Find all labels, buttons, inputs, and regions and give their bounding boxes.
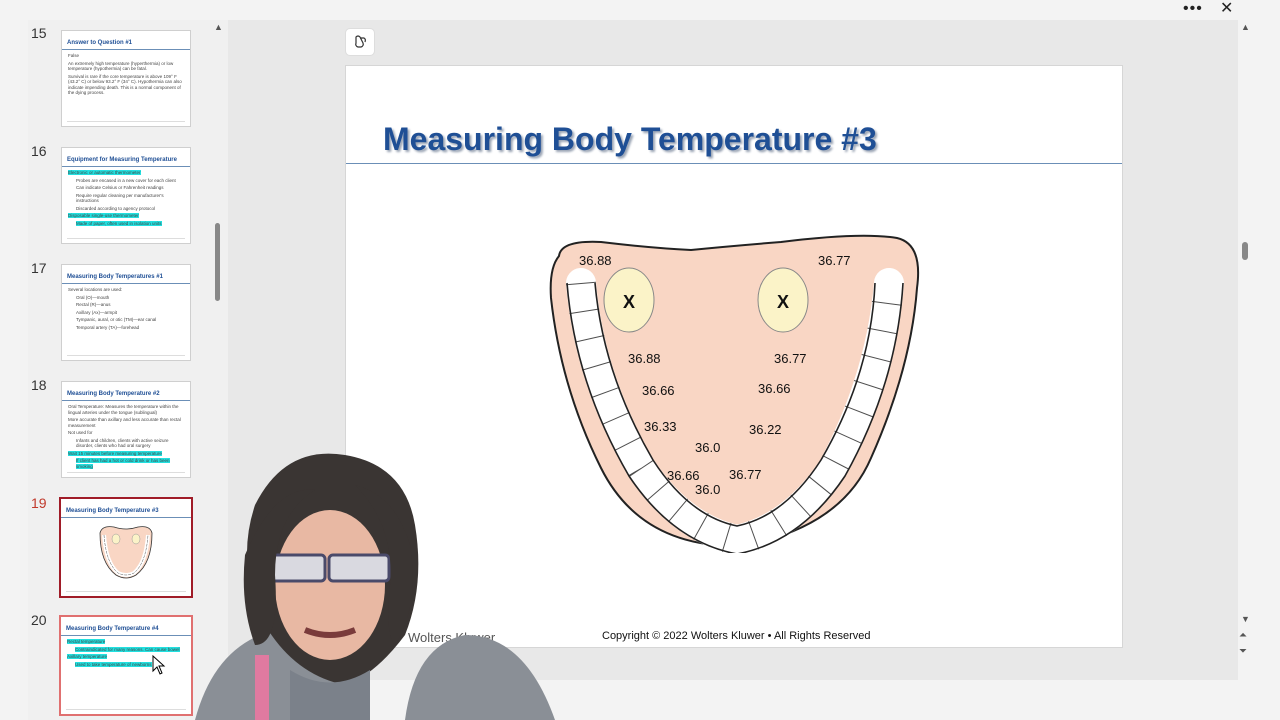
- thumbnail-footer: [66, 709, 186, 711]
- slide-number: 18: [31, 377, 47, 393]
- thumbnail-line: More accurate than axillary and less acc…: [68, 417, 181, 428]
- slide-number: 20: [31, 612, 47, 628]
- thumbnail-title: Answer to Question #1: [67, 40, 133, 46]
- slide-number: 15: [31, 25, 47, 41]
- thumbnail-title: Measuring Body Temperature #3: [66, 508, 159, 514]
- thumbnail-line: Infants and children, clients with activ…: [76, 437, 169, 449]
- temp-label: 36.22: [749, 422, 782, 437]
- temp-label: 36.77: [818, 253, 851, 268]
- temp-label: 36.66: [758, 381, 791, 396]
- thumbnail-footer: [67, 238, 185, 240]
- thumbnail-title: Measuring Body Temperatures #1: [67, 274, 163, 280]
- copilot-icon[interactable]: [345, 28, 375, 56]
- copilot-glyph-icon: [355, 35, 366, 48]
- thumbnail-line: Tympanic, aural, or otic (TM)—ear canal: [76, 317, 157, 322]
- gland-marker-right: X: [777, 292, 789, 312]
- scroll-up-arrow-icon[interactable]: ▲: [214, 22, 223, 32]
- mouth-temperature-diagram: X X 36.88 36.88 36.66 36.33 36.66 36.77 …: [549, 234, 920, 553]
- thumbnail-line: Rectal temperature: [67, 639, 106, 644]
- copyright-notice: Copyright © 2022 Wolters Kluwer • All Ri…: [602, 630, 871, 642]
- thumbnail-line: Not used for: [68, 430, 93, 435]
- thumbnail-line: Oral Temperature: Measures the temperatu…: [68, 404, 179, 415]
- thumbnail-rule: [62, 400, 190, 401]
- scrollbar-thumb[interactable]: [215, 223, 220, 301]
- scroll-down-arrow-icon[interactable]: ▼: [1241, 614, 1250, 624]
- temp-label: 36.88: [628, 351, 661, 366]
- vertical-scrollbar[interactable]: ▲ ▼ ⏶ ⏷: [1238, 20, 1252, 720]
- slide-thumbnail-16[interactable]: Equipment for Measuring Temperature Elec…: [61, 147, 191, 244]
- more-options-icon[interactable]: •••: [1183, 0, 1203, 18]
- thumbnail-line: Axillary temperature: [67, 654, 108, 659]
- thumbnail-line: Contraindicated for many reasons. Can ca…: [75, 646, 180, 652]
- thumbnail-title: Equipment for Measuring Temperature: [67, 157, 177, 163]
- thumbnail-line: Used to take temperature of newborns: [75, 661, 152, 667]
- thumbnail-rule: [62, 283, 190, 284]
- temp-label: 36.0: [695, 440, 720, 455]
- thumbnail-line: Electronic or automatic thermometer: [68, 170, 141, 175]
- thumbnail-line: Require regular cleaning per manufacture…: [76, 192, 164, 204]
- slide-thumbnail-19[interactable]: Measuring Body Temperature #3: [59, 497, 193, 598]
- slide-number: 19: [31, 495, 47, 511]
- thumbnail-line: Survival is rare if the core temperature…: [68, 73, 182, 96]
- temp-label: 36.33: [644, 419, 677, 434]
- thumbnail-line: Axillary (Ax)—armpit: [76, 309, 118, 315]
- thumbnail-footer: [67, 121, 185, 123]
- slide-title: Measuring Body Temperature #3: [383, 121, 877, 157]
- thumbnail-line: False: [68, 53, 80, 58]
- thumbnail-line: Wait 15 minutes before measuring tempera…: [68, 450, 162, 456]
- thumbnail-line: Probes are encased in a new cover for ea…: [76, 177, 176, 183]
- temp-label: 36.66: [642, 383, 675, 398]
- title-divider: [346, 163, 1122, 164]
- thumbnail-footer: [67, 355, 185, 357]
- slide-thumbnail-20[interactable]: Measuring Body Temperature #4 Rectal tem…: [59, 615, 193, 716]
- thumbnail-rule: [62, 49, 190, 50]
- scrollbar-thumb[interactable]: [1242, 242, 1248, 260]
- thumbnail-title: Measuring Body Temperature #2: [67, 391, 160, 397]
- thumbnail-rule: [61, 635, 191, 636]
- thumbnail-body: Oral Temperature: Measures the temperatu…: [68, 404, 184, 471]
- thumbnail-line: Rectal (R)—anus: [76, 302, 111, 307]
- thumbnail-rule: [62, 166, 190, 167]
- webcam-overlay: [195, 453, 555, 720]
- slide-thumbnail-17[interactable]: Measuring Body Temperatures #1 Several l…: [61, 264, 191, 361]
- title-bar: ••• ✕: [0, 0, 1280, 20]
- left-rail: [0, 0, 28, 720]
- thumbnail-line: Oral (O)—mouth: [76, 294, 110, 300]
- thumbnail-body: False An extremely high temperature (hyp…: [68, 53, 184, 98]
- slide-number: 17: [31, 260, 47, 276]
- thumbnail-mouth-diagram: [99, 526, 153, 579]
- thumbnail-title: Measuring Body Temperature #4: [66, 626, 159, 632]
- thumbnail-rule: [61, 517, 191, 518]
- temp-label: 36.77: [729, 467, 762, 482]
- thumbnail-line: If client has had a hot or cold drink or…: [76, 458, 170, 469]
- temp-label: 36.77: [774, 351, 807, 366]
- next-slide-icon[interactable]: ⏷: [1239, 646, 1247, 657]
- temp-label: 36.0: [695, 482, 720, 497]
- thumbnail-body: Electronic or automatic thermometer Prob…: [68, 170, 184, 228]
- thumbnail-line: Several locations are used:: [68, 287, 123, 292]
- close-icon[interactable]: ✕: [1220, 0, 1233, 18]
- thumbnail-line: Disposable single-use thermometer: [68, 213, 139, 218]
- thumbnail-line: Discarded according to agency protocol: [76, 205, 156, 211]
- thumbnail-footer: [66, 591, 186, 593]
- slide-thumbnail-18[interactable]: Measuring Body Temperature #2 Oral Tempe…: [61, 381, 191, 478]
- thumbnail-line: An extremely high temperature (hyperther…: [68, 60, 174, 72]
- thumbnail-line: Can indicate Celsius or Fahrenheit readi…: [76, 185, 164, 190]
- temp-label: 36.88: [579, 253, 612, 268]
- thumbnail-body: Rectal temperature Contraindicated for m…: [67, 639, 185, 669]
- slide-thumbnail-15[interactable]: Answer to Question #1 False An extremely…: [61, 30, 191, 127]
- thumbnail-body: Several locations are used: Oral (O)—mou…: [68, 287, 184, 332]
- temp-label: 36.66: [667, 468, 700, 483]
- gland-marker-left: X: [623, 292, 635, 312]
- mouse-cursor-icon: [152, 655, 166, 675]
- thumbnail-line: Made of paper, often used in isolation u…: [76, 220, 162, 226]
- previous-slide-icon[interactable]: ⏶: [1239, 630, 1247, 641]
- app-window: ••• ✕ 15 Answer to Question #1 False An …: [0, 0, 1280, 720]
- scroll-up-arrow-icon[interactable]: ▲: [1241, 22, 1250, 32]
- thumbnail-footer: [67, 472, 185, 474]
- thumbnail-line: Temporal artery (TA)—forehead: [76, 324, 140, 330]
- slide-number: 16: [31, 143, 47, 159]
